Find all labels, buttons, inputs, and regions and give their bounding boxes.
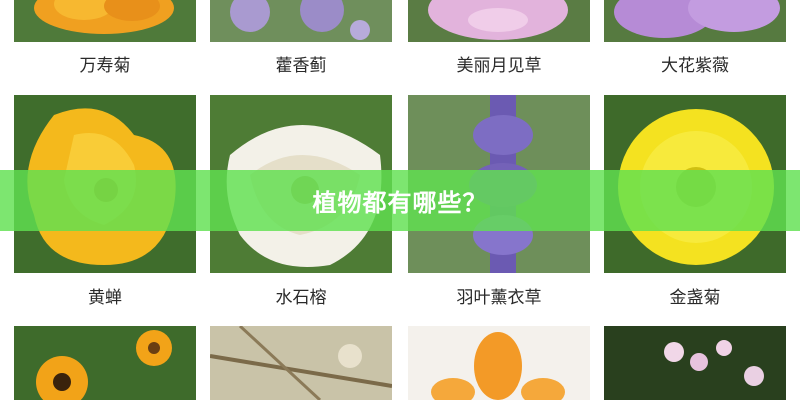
banner-title: 植物都有哪些？ [312, 189, 488, 217]
pink-cluster-photo[interactable] [604, 326, 786, 400]
caption-elaeocarpus: 水石榕 [275, 288, 327, 308]
title-banner: 植物都有哪些？ [0, 170, 800, 231]
caption-ageratum: 藿香蓟 [275, 56, 327, 76]
evening-primrose-photo[interactable] [408, 0, 590, 42]
marigold-photo[interactable] [14, 0, 196, 42]
crape-myrtle-photo[interactable] [604, 0, 786, 42]
rudbeckia-photo[interactable] [14, 326, 196, 400]
branch-flower-photo[interactable] [210, 326, 392, 400]
caption-lavender: 羽叶薰衣草 [456, 288, 542, 308]
caption-calendula: 金盏菊 [669, 288, 721, 308]
orange-blossom-photo[interactable] [408, 326, 590, 400]
caption-crape-myrtle: 大花紫薇 [661, 56, 729, 76]
caption-marigold: 万寿菊 [79, 56, 131, 76]
caption-allamanda: 黄蝉 [88, 288, 122, 308]
caption-evening-primrose: 美丽月见草 [456, 56, 542, 76]
ageratum-photo[interactable] [210, 0, 392, 42]
